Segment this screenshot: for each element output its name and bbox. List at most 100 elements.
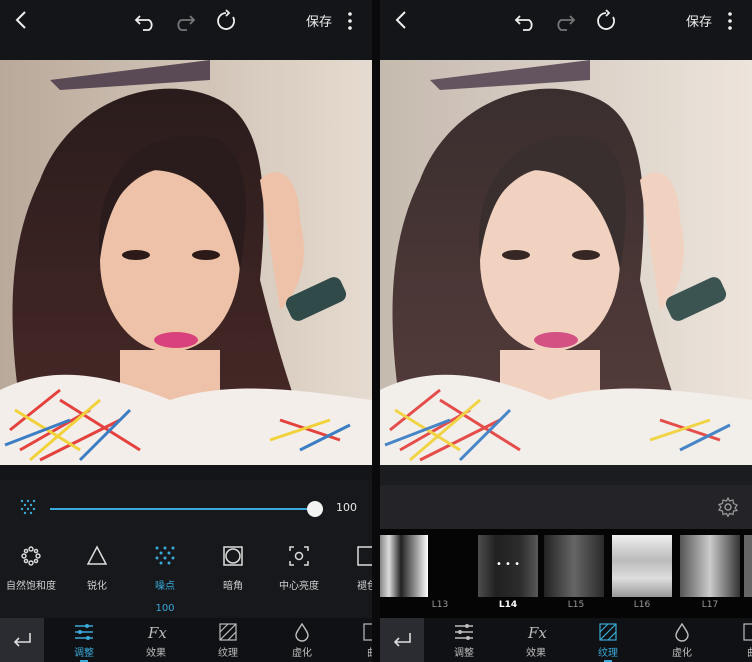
noise-icon bbox=[20, 499, 36, 515]
reset-icon[interactable] bbox=[214, 9, 238, 33]
texture-thumb-l17[interactable] bbox=[680, 535, 740, 597]
nav-back-button[interactable] bbox=[380, 618, 424, 662]
photo-preview[interactable] bbox=[0, 60, 372, 465]
tool-value: 100 bbox=[155, 603, 175, 614]
tool-center-brightness[interactable]: 中心亮度 bbox=[262, 542, 336, 614]
photo-preview[interactable] bbox=[380, 60, 752, 465]
bottom-nav: 调整 Fx 效果 纹理 虚化 曲 bbox=[0, 618, 372, 662]
texture-preview bbox=[680, 535, 740, 597]
tool-noise[interactable]: 噪点 100 bbox=[128, 542, 202, 614]
nav-effects[interactable]: Fx 效果 bbox=[506, 622, 566, 662]
nav-texture[interactable]: 纹理 bbox=[578, 622, 638, 662]
tool-vignette[interactable]: 暗角 bbox=[196, 542, 270, 614]
right-screen-texture: 保存 • • • L13 L14 L15 L16 L17 调整 Fx 效果 纹理… bbox=[380, 0, 752, 662]
redo-icon[interactable] bbox=[552, 10, 576, 32]
texture-thumb-l14[interactable]: • • • bbox=[478, 535, 538, 597]
panel-divider bbox=[372, 0, 380, 662]
slider-track[interactable] bbox=[50, 508, 316, 510]
nav-label: 曲 bbox=[342, 644, 372, 659]
more-options-icon[interactable]: • • • bbox=[478, 559, 538, 570]
nav-label: 调整 bbox=[74, 648, 94, 659]
tool-fade[interactable]: 褪色 bbox=[330, 542, 372, 614]
nav-label: 虚化 bbox=[672, 648, 692, 659]
nav-blur[interactable]: 虚化 bbox=[272, 622, 332, 662]
back-arrow-icon[interactable] bbox=[10, 8, 34, 32]
texture-preview bbox=[612, 535, 672, 597]
nav-curves[interactable]: 曲 bbox=[342, 622, 372, 662]
undo-icon[interactable] bbox=[134, 10, 158, 32]
blur-icon bbox=[675, 622, 689, 642]
vibrance-icon bbox=[21, 546, 41, 566]
spacer-strip bbox=[380, 465, 752, 485]
slider-value: 100 bbox=[336, 501, 357, 514]
tool-sharpen[interactable]: 锐化 bbox=[60, 542, 134, 614]
texture-preview bbox=[544, 535, 604, 597]
app-root: 保存 100 自然饱和度 锐化 噪点 100 暗角 中心亮度 褪 调整 Fx 效… bbox=[0, 0, 752, 662]
reset-icon[interactable] bbox=[594, 9, 618, 33]
nav-label: 效果 bbox=[526, 648, 546, 659]
texture-thumb-l13[interactable] bbox=[380, 535, 428, 597]
texture-thumb-partial[interactable] bbox=[744, 535, 752, 597]
vignette-icon bbox=[223, 546, 243, 566]
nav-label: 纹理 bbox=[218, 648, 238, 659]
redo-icon[interactable] bbox=[172, 10, 196, 32]
tool-label: 锐化 bbox=[87, 581, 107, 592]
nav-label: 曲 bbox=[722, 644, 752, 659]
top-bar: 保存 bbox=[0, 0, 372, 42]
fx-icon: Fx bbox=[527, 624, 547, 642]
fx-icon: Fx bbox=[147, 624, 167, 642]
nav-back-button[interactable] bbox=[0, 618, 44, 662]
portrait-image bbox=[0, 60, 372, 465]
texture-label: L17 bbox=[701, 600, 719, 610]
nav-effects[interactable]: Fx 效果 bbox=[126, 622, 186, 662]
nav-label: 效果 bbox=[146, 648, 166, 659]
noise-slider-row: 100 bbox=[0, 480, 372, 536]
texture-label: L14 bbox=[498, 600, 518, 610]
slider-knob[interactable] bbox=[307, 501, 323, 517]
fade-icon bbox=[357, 546, 372, 566]
more-icon[interactable] bbox=[724, 9, 736, 33]
nav-adjust[interactable]: 调整 bbox=[434, 622, 494, 662]
svg-text:Fx: Fx bbox=[147, 624, 167, 642]
texture-icon bbox=[219, 623, 237, 641]
tool-label: 褪色 bbox=[357, 581, 372, 592]
save-button[interactable]: 保存 bbox=[306, 11, 332, 30]
tool-label: 噪点 bbox=[155, 581, 175, 592]
blur-icon bbox=[295, 622, 309, 642]
adjust-tools: 自然饱和度 锐化 噪点 100 暗角 中心亮度 褪色 bbox=[0, 536, 372, 618]
back-arrow-icon[interactable] bbox=[390, 8, 414, 32]
gear-icon[interactable] bbox=[718, 497, 738, 517]
portrait-image bbox=[380, 60, 752, 465]
adjust-icon bbox=[455, 624, 473, 640]
nav-label: 调整 bbox=[454, 648, 474, 659]
return-icon bbox=[13, 633, 31, 647]
nav-texture[interactable]: 纹理 bbox=[198, 622, 258, 662]
texture-label: L16 bbox=[633, 600, 651, 610]
save-button[interactable]: 保存 bbox=[686, 11, 712, 30]
texture-label: L13 bbox=[431, 600, 449, 610]
texture-strip: • • • L13 L14 L15 L16 L17 bbox=[380, 529, 752, 618]
nav-label: 虚化 bbox=[292, 648, 312, 659]
texture-thumb-l15[interactable] bbox=[544, 535, 604, 597]
nav-adjust[interactable]: 调整 bbox=[54, 622, 114, 662]
texture-settings-row bbox=[380, 485, 752, 529]
texture-thumb-l16[interactable] bbox=[612, 535, 672, 597]
nav-curves[interactable]: 曲 bbox=[722, 622, 752, 662]
texture-preview bbox=[744, 535, 752, 597]
tool-vibrance[interactable]: 自然饱和度 bbox=[0, 542, 68, 614]
curves-icon bbox=[743, 623, 752, 641]
tool-label: 中心亮度 bbox=[279, 581, 319, 592]
adjust-icon bbox=[75, 624, 93, 640]
center-brightness-icon bbox=[289, 546, 309, 566]
svg-text:Fx: Fx bbox=[527, 624, 547, 642]
texture-preview bbox=[380, 535, 428, 597]
texture-label: L15 bbox=[567, 600, 585, 610]
tool-label: 暗角 bbox=[223, 581, 243, 592]
texture-icon bbox=[599, 623, 617, 641]
left-screen-adjust: 保存 100 自然饱和度 锐化 噪点 100 暗角 中心亮度 褪 调整 Fx 效… bbox=[0, 0, 372, 662]
sharpen-icon bbox=[86, 545, 108, 565]
noise-icon bbox=[155, 546, 175, 565]
undo-icon[interactable] bbox=[514, 10, 538, 32]
nav-blur[interactable]: 虚化 bbox=[652, 622, 712, 662]
more-icon[interactable] bbox=[344, 9, 356, 33]
